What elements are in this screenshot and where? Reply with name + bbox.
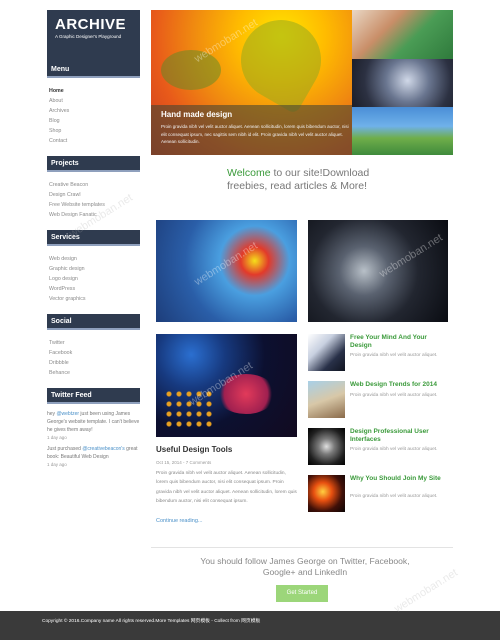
side-post-title[interactable]: Web Design Trends for 2014 xyxy=(350,381,450,389)
menu-heading: Menu xyxy=(47,62,140,78)
tweet-handle[interactable]: @creativebeacon's xyxy=(82,446,124,452)
hero-thumbnail[interactable] xyxy=(352,107,453,155)
side-post-title[interactable]: Why You Should Join My Site xyxy=(350,475,450,483)
logo-title: ARCHIVE xyxy=(55,16,127,33)
decorative-leaf xyxy=(226,10,336,115)
service-item[interactable]: Web design xyxy=(49,254,140,264)
side-post[interactable]: Design Professional User Interfaces Proi… xyxy=(308,428,448,468)
decorative-dots xyxy=(164,389,214,429)
social-item-behance[interactable]: Behance xyxy=(49,368,140,378)
welcome-text: Welcome to our site!Download freebies, r… xyxy=(227,167,387,193)
tweet: Just purchased @creativebeacon's great b… xyxy=(47,445,140,461)
hero-slider[interactable]: Hand made design Proin gravida nibh vel … xyxy=(151,10,453,155)
tweet-time: 1 day ago xyxy=(47,435,67,440)
twitter-feed-heading: Twitter Feed xyxy=(47,388,140,404)
side-post-desc: Proin gravida nibh vel velit auctor aliq… xyxy=(350,393,438,398)
follow-text: You should follow James George on Twitte… xyxy=(200,556,410,577)
service-item[interactable]: Logo design xyxy=(49,274,140,284)
side-post-title[interactable]: Free Your Mind And Your Design xyxy=(350,334,450,350)
tweet: hey @webtzer just been using James Georg… xyxy=(47,411,140,433)
gallery-image-flower[interactable] xyxy=(156,220,297,322)
divider xyxy=(151,547,453,548)
side-post-desc: Proin gravida nibh vel velit auctor aliq… xyxy=(350,494,438,499)
decorative-flower xyxy=(216,374,276,414)
projects-heading: Projects xyxy=(47,156,140,172)
service-item[interactable]: WordPress xyxy=(49,284,140,294)
side-post[interactable]: Free Your Mind And Your Design Proin gra… xyxy=(308,334,448,374)
hero-caption: Hand made design Proin gravida nibh vel … xyxy=(151,105,352,155)
menu-item-about[interactable]: About xyxy=(49,96,140,106)
hero-title: Hand made design xyxy=(161,110,233,119)
article-title[interactable]: Useful Design Tools xyxy=(156,445,232,454)
projects-list: Creative Beacon Design Crawl Free Websit… xyxy=(47,172,140,230)
menu-item-blog[interactable]: Blog xyxy=(49,116,140,126)
side-post[interactable]: Web Design Trends for 2014 Proin gravida… xyxy=(308,381,448,421)
article-excerpt: Proin gravida nibh vel velit auctor aliq… xyxy=(156,471,297,504)
sidebar: ARCHIVE A Graphic Designer's Playground … xyxy=(47,10,140,472)
menu-item-shop[interactable]: Shop xyxy=(49,126,140,136)
footer: Copyright © 2016.Company name All rights… xyxy=(0,611,500,640)
side-post-thumbnail[interactable] xyxy=(308,428,345,465)
services-list: Web design Graphic design Logo design Wo… xyxy=(47,246,140,314)
project-item[interactable]: Free Website templates xyxy=(49,200,140,210)
get-started-button[interactable]: Get Started xyxy=(276,585,328,602)
social-item-dribbble[interactable]: Dribbble xyxy=(49,358,140,368)
twitter-feed: hey @webtzer just been using James Georg… xyxy=(47,404,140,469)
gallery-image-abstract[interactable] xyxy=(308,220,448,322)
menu-list: Home About Archives Blog Shop Contact xyxy=(47,78,140,156)
menu-item-archives[interactable]: Archives xyxy=(49,106,140,116)
side-post-desc: Proin gravida nibh vel velit auctor aliq… xyxy=(350,353,438,358)
site-logo[interactable]: ARCHIVE A Graphic Designer's Playground xyxy=(47,10,140,62)
tweet-time: 1 day ago xyxy=(47,462,67,467)
hero-thumbnail[interactable] xyxy=(352,59,453,107)
social-item-facebook[interactable]: Facebook xyxy=(49,348,140,358)
service-item[interactable]: Vector graphics xyxy=(49,294,140,304)
menu-item-contact[interactable]: Contact xyxy=(49,136,140,146)
tweet-text: Just purchased xyxy=(47,446,83,452)
continue-reading-link[interactable]: Continue reading... xyxy=(156,518,202,524)
social-item-twitter[interactable]: Twitter xyxy=(49,338,140,348)
side-post-thumbnail[interactable] xyxy=(308,334,345,371)
welcome-highlight: Welcome xyxy=(227,167,271,179)
side-post-desc: Proin gravida nibh vel velit auctor aliq… xyxy=(350,447,438,452)
project-item[interactable]: Creative Beacon xyxy=(49,180,140,190)
project-item[interactable]: Web Design Fanatic xyxy=(49,210,140,220)
logo-subtitle: A Graphic Designer's Playground xyxy=(55,34,122,39)
side-post-thumbnail[interactable] xyxy=(308,475,345,512)
hero-text: Proin gravida nibh vel velit auctor aliq… xyxy=(161,124,349,144)
project-item[interactable]: Design Crawl xyxy=(49,190,140,200)
social-heading: Social xyxy=(47,314,140,330)
article-meta: Oct 15, 2014 - 7 Comments xyxy=(156,460,212,465)
hero-thumbnail[interactable] xyxy=(352,10,453,59)
side-post-title[interactable]: Design Professional User Interfaces xyxy=(350,428,450,444)
side-post[interactable]: Why You Should Join My Site Proin gravid… xyxy=(308,475,448,515)
article-image[interactable] xyxy=(156,334,297,437)
side-post-thumbnail[interactable] xyxy=(308,381,345,418)
decorative-leaf xyxy=(161,50,221,90)
services-heading: Services xyxy=(47,230,140,246)
service-item[interactable]: Graphic design xyxy=(49,264,140,274)
tweet-handle[interactable]: @webtzer xyxy=(56,411,79,417)
footer-copyright: Copyright © 2016.Company name All rights… xyxy=(42,619,261,624)
menu-item-home[interactable]: Home xyxy=(49,86,140,96)
social-list: Twitter Facebook Dribbble Behance xyxy=(47,330,140,388)
